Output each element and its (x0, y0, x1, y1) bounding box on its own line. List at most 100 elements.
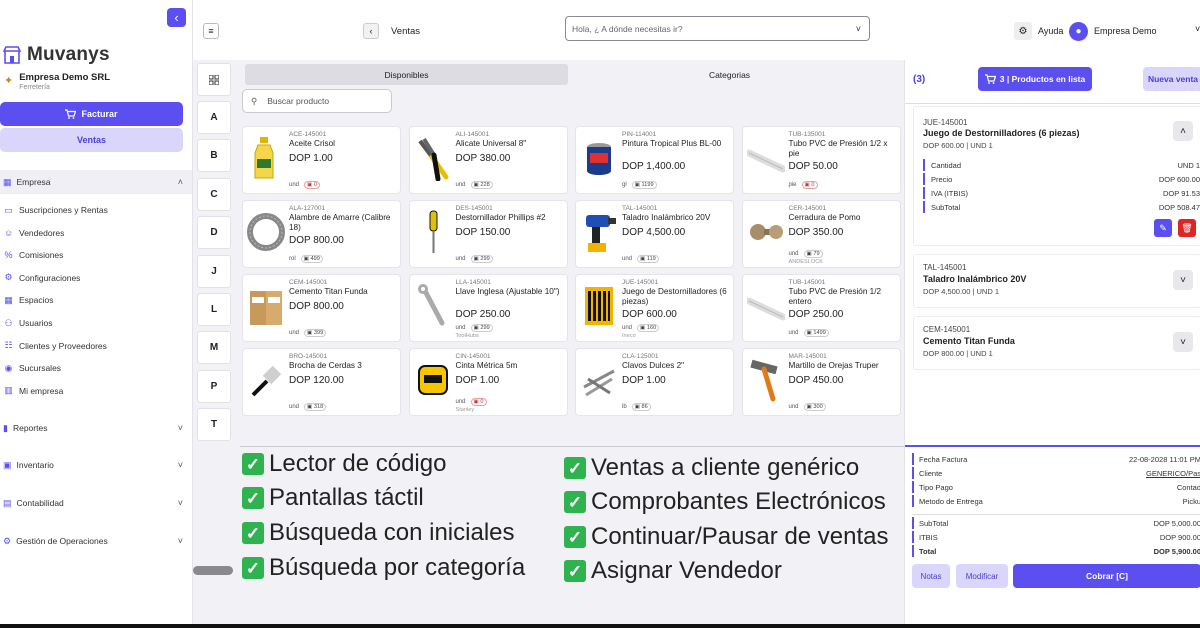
nav-section-reportes[interactable]: ▮ Reportes ˅ (0, 416, 192, 440)
tab-disponibles[interactable]: Disponibles (245, 64, 568, 85)
edit-item-button[interactable]: ✎ (1154, 219, 1172, 237)
product-image (414, 357, 452, 403)
product-price: DOP 450.00 (788, 375, 844, 386)
cart-item-expanded[interactable]: JUE-145001 Juego de Destornilladores (6 … (913, 106, 1200, 246)
product-card[interactable]: PIN-114001 Pintura Tropical Plus BL-00 DOP… (575, 126, 734, 194)
category-letter-j[interactable]: J (197, 254, 231, 288)
product-search-input[interactable]: ⚲ Buscar producto (242, 89, 392, 113)
menu-button[interactable]: ≡ (203, 23, 219, 39)
feature-item: ✓ Asignar Vendedor (564, 557, 782, 585)
trash-icon: 🗑 (1181, 222, 1193, 233)
product-card[interactable]: TUB-145001 Tubo PVC de Presión 1/2 entero… (741, 274, 901, 342)
product-card[interactable]: TUB-135001 Tubo PVC de Presión 1/2 x pie D… (741, 126, 901, 194)
cart-icon (984, 74, 996, 84)
notes-button[interactable]: Notas (912, 564, 950, 588)
expand-item-button[interactable]: ˅ (1173, 270, 1193, 290)
product-price: DOP 350.00 (788, 227, 844, 238)
product-card[interactable]: DES-145001 Destornillador Phillips #2 DOP … (408, 200, 568, 268)
facturar-button[interactable]: Facturar (0, 102, 183, 126)
product-price: DOP 250.00 (788, 309, 844, 320)
product-card[interactable]: CEM-145001 Cemento Titan Funda DOP 800.00 u… (242, 274, 401, 342)
sidebar-item-sucursales[interactable]: ◉ Sucursales (4, 360, 62, 376)
sidebar-item-clientes-y-proveedores[interactable]: ☷ Clientes y Proveedores (4, 338, 106, 354)
category-letter-m[interactable]: M (197, 331, 231, 365)
stock-badge: ▣ 299 (470, 324, 493, 332)
product-unit: rol (289, 256, 296, 262)
brand-logo: Muvanys (2, 44, 110, 66)
chevron-down-icon[interactable]: ˅ (1195, 24, 1200, 34)
nav-section-label: Reportes (12, 423, 48, 433)
product-price: DOP 600.00 (622, 309, 677, 320)
sidebar-item-usuarios[interactable]: ⚇ Usuarios (4, 315, 52, 331)
cart-item[interactable]: CEM-145001 Cemento Titan Funda DOP 800.0… (913, 316, 1200, 370)
ventas-button[interactable]: Ventas (0, 128, 183, 152)
horizontal-scrollbar[interactable] (193, 566, 233, 575)
invoice-info-row[interactable]: Cliente GENERICO/Pas (912, 467, 1200, 479)
expand-item-button[interactable]: ˅ (1173, 332, 1193, 352)
nav-section-gestion[interactable]: ⚙ Gestión de Operaciones ˅ (0, 529, 192, 553)
topbar: ≡ ‹ Ventas Hola, ¿ A dónde necesitas ir?… (193, 0, 1200, 60)
category-letter-l[interactable]: L (197, 293, 231, 326)
category-letter-t[interactable]: T (197, 408, 231, 442)
navigation-search-select[interactable]: Hola, ¿ A dónde necesitas ir? ˅ (565, 16, 870, 41)
product-code: ALA-127001 (289, 205, 326, 212)
category-letter-b[interactable]: B (197, 139, 231, 173)
sidebar-item-vendedores[interactable]: ☺ Vendedores (4, 225, 64, 241)
feature-item: ✓ Pantallas táctil (242, 484, 424, 512)
product-card[interactable]: BRO-145001 Brocha de Cerdas 3 DOP 120.00 un… (242, 348, 401, 416)
products-in-list-button[interactable]: 3 | Productos en lista (978, 67, 1092, 91)
delete-item-button[interactable]: 🗑 (1178, 219, 1196, 237)
product-name: Tubo PVC de Presión 1/2 entero (788, 287, 882, 306)
sidebar-item-suscripciones-y-rentas[interactable]: ▭ Suscripciones y Rentas (4, 202, 108, 218)
sidebar-item-configuraciones[interactable]: ⚙ Configuraciones (4, 270, 80, 286)
cart-item-name: Juego de Destornilladores (6 piezas) (923, 128, 1080, 138)
product-card[interactable]: ACE-145001 Aceite Crisol DOP 1.00 und ▣ 0 (242, 126, 401, 194)
tab-categorias[interactable]: Categorias (568, 64, 891, 85)
checkmark-icon: ✓ (242, 453, 264, 475)
product-name: Alambre de Amarre (Calibre 18) (289, 213, 391, 232)
product-card[interactable]: TAL-145001 Taladro Inalámbrico 20V DOP 4,5… (575, 200, 734, 268)
sidebar-item-mi-empresa[interactable]: ▥ Mi empresa (4, 383, 63, 399)
product-card[interactable]: JUE-145001 Juego de Destornilladores (6 p… (575, 274, 734, 342)
collapse-item-button[interactable]: ˄ (1173, 121, 1193, 141)
product-card[interactable]: MAR-145001 Martillo de Orejas Truper DOP 4… (741, 348, 901, 416)
pos-app: ‹ Muvanys ✦ Empresa Demo SRL Ferretería … (0, 0, 1200, 628)
charge-button[interactable]: Cobrar [C] (1013, 564, 1200, 588)
invoice-info-row: Metodo de Entrega Picku (912, 495, 1200, 507)
cart-item[interactable]: TAL-145001 Taladro Inalámbrico 20V DOP 4… (913, 254, 1200, 308)
product-card[interactable]: CIN-145001 Cinta Métrica 5m DOP 1.00 und ▣ 0… (408, 348, 568, 416)
category-letter-c[interactable]: C (197, 177, 231, 211)
nav-section-contabilidad[interactable]: ▤ Contabilidad ˅ (0, 491, 192, 515)
nav-section-label: Empresa (16, 177, 51, 187)
product-image (414, 209, 452, 255)
help-link[interactable]: Ayuda (1038, 26, 1063, 36)
new-sale-button[interactable]: Nueva venta (1143, 67, 1200, 91)
product-card[interactable]: ALA-127001 Alambre de Amarre (Calibre 18)… (242, 200, 401, 268)
category-letter-a[interactable]: A (197, 101, 231, 134)
product-unit: pie (788, 182, 797, 188)
product-card[interactable]: LLA-145001 Llave Inglesa (Ajustable 10") D… (408, 274, 568, 342)
product-card[interactable]: ALI-145001 Alicate Universal 8" DOP 380.00… (408, 126, 568, 194)
nav-section-inventario[interactable]: ▣ Inventario ˅ (0, 453, 192, 477)
total-row: Total DOP 5,900.00 (912, 545, 1200, 557)
collapse-sidebar-button[interactable]: ‹ (167, 8, 186, 27)
modify-button[interactable]: Modificar (956, 564, 1008, 588)
category-letter-d[interactable]: D (197, 216, 231, 250)
product-image (747, 357, 785, 403)
category-letter-p[interactable]: P (197, 369, 231, 403)
feature-label: Lector de código (269, 450, 447, 477)
checkmark-icon: ✓ (242, 522, 264, 544)
user-name[interactable]: Empresa Demo (1094, 26, 1157, 36)
avatar[interactable]: ● (1069, 22, 1088, 41)
product-image (580, 283, 618, 329)
product-card[interactable]: CLA-125001 Clavos Dulces 2" DOP 1.00 lb ▣ 86 (575, 348, 734, 416)
grid-view-button[interactable] (197, 63, 231, 96)
back-button[interactable]: ‹ (363, 23, 379, 39)
sidebar-item-espacios[interactable]: ▦ Espacios (4, 292, 53, 308)
sidebar-item-comisiones[interactable]: % Comisiones (4, 247, 63, 263)
settings-button[interactable]: ⚙ (1014, 22, 1032, 40)
nav-section-empresa[interactable]: ▦ Empresa ˄ (0, 170, 192, 194)
chevron-down-icon: ˅ (177, 460, 183, 470)
gear-icon: ⚙ (4, 272, 13, 283)
product-card[interactable]: CER-145001 Cerradura de Pomo DOP 350.00 und… (741, 200, 901, 268)
